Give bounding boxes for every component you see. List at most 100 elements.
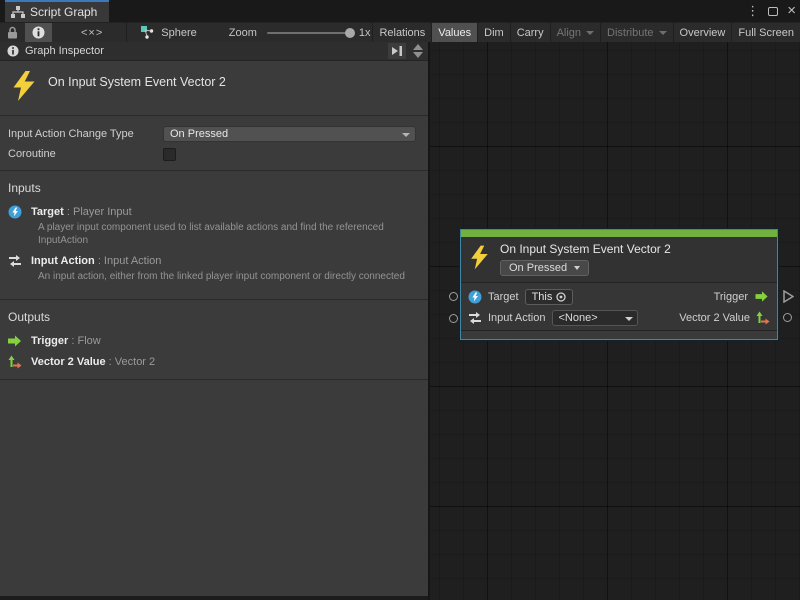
node-footer — [461, 330, 777, 339]
flow-arrow-icon — [754, 290, 770, 303]
target-input-port[interactable] — [449, 292, 458, 301]
toolbar-button-align[interactable]: Align — [550, 23, 600, 43]
event-bolt-icon — [12, 71, 36, 101]
lock-icon — [7, 26, 18, 39]
port-description: A player input component used to list av… — [38, 221, 413, 247]
code-preview-button[interactable]: <×> — [74, 23, 110, 43]
vector2-icon — [756, 311, 770, 325]
node-port-row: Target This Trigger — [461, 286, 777, 307]
node-event-colorbar — [461, 230, 777, 237]
trigger-output-port[interactable] — [783, 290, 794, 306]
port-name: Target — [31, 206, 64, 218]
output-port-row: Vector 2 Value : Vector 2 — [8, 355, 416, 369]
object-picker-icon — [556, 292, 566, 302]
trigger-port-label: Trigger — [714, 291, 748, 303]
zoom-slider[interactable] — [267, 32, 353, 34]
graph-hierarchy-icon — [11, 6, 25, 19]
lock-button[interactable] — [0, 23, 25, 43]
graph-inspector-header: Graph Inspector — [0, 42, 428, 61]
toolbar-button-relations[interactable]: Relations — [372, 23, 431, 43]
event-bolt-icon — [470, 245, 489, 270]
zoom-label: Zoom — [229, 27, 257, 39]
close-icon[interactable]: × — [787, 0, 796, 22]
toolbar-button-values[interactable]: Values — [431, 23, 477, 43]
target-value-chip[interactable]: This — [525, 289, 574, 305]
flow-port-triangle-icon — [783, 290, 794, 303]
vector2-port-label: Vector 2 Value — [679, 312, 750, 324]
port-type: : Flow — [71, 335, 100, 347]
change-type-label: Input Action Change Type — [8, 128, 163, 140]
coroutine-checkbox[interactable] — [163, 148, 176, 161]
zoom-value: 1x — [359, 27, 371, 39]
toolbar-separator — [126, 23, 127, 43]
toolbar-button-carry[interactable]: Carry — [510, 23, 550, 43]
toolbar-button-fullscreen[interactable]: Full Screen — [731, 23, 800, 43]
vector2-output-port[interactable] — [783, 313, 792, 322]
port-name: Vector 2 Value — [31, 356, 106, 368]
input-action-icon — [8, 254, 22, 268]
player-input-icon — [8, 205, 22, 219]
vector2-icon — [8, 355, 22, 369]
graph-asset-icon — [141, 26, 154, 39]
tab-strip: Script Graph ⋮ × — [0, 0, 800, 22]
node-header: On Input System Event Vector 2 On Presse… — [461, 237, 777, 282]
outputs-section: Outputs Trigger : Flow Vector 2 Value : … — [0, 300, 428, 380]
unit-settings-form: Input Action Change Type On Pressed Coro… — [0, 116, 428, 171]
node-port-row: Input Action <None> Vector 2 Value — [461, 307, 777, 328]
chevron-down-icon — [625, 317, 633, 321]
chevron-down-icon — [659, 31, 667, 35]
input-action-input-port[interactable] — [449, 314, 458, 323]
port-name: Trigger — [31, 335, 68, 347]
port-name: Input Action — [31, 255, 95, 267]
graph-toolbar: <×> Sphere Zoom 1x Relations Values — [0, 22, 800, 42]
toolbar-button-overview[interactable]: Overview — [673, 23, 732, 43]
outputs-heading: Outputs — [8, 310, 416, 324]
script-graph-window: Script Graph ⋮ × <×> — [0, 0, 800, 600]
zoom-slider-knob[interactable] — [345, 28, 355, 38]
inputs-heading: Inputs — [8, 181, 416, 195]
inspector-scrollbar — [410, 42, 426, 64]
input-action-dropdown[interactable]: <None> — [552, 310, 638, 326]
input-port-row: Input Action : Input Action — [8, 254, 416, 268]
output-port-row: Trigger : Flow — [8, 334, 416, 348]
tab-script-graph[interactable]: Script Graph — [5, 0, 109, 22]
inspector-header-label: Graph Inspector — [25, 45, 104, 57]
coroutine-label: Coroutine — [8, 148, 163, 160]
graph-target-label: Sphere — [161, 27, 196, 39]
port-type: : Player Input — [67, 206, 132, 218]
code-icon: <×> — [81, 27, 103, 39]
node-title: On Input System Event Vector 2 — [500, 242, 671, 257]
scroll-up-icon[interactable] — [413, 44, 423, 50]
node-event-dropdown[interactable]: On Pressed — [500, 260, 589, 276]
toolbar-right-group: Relations Values Dim Carry Align Distrib… — [372, 23, 800, 43]
window-menu-icon[interactable]: ⋮ — [746, 0, 759, 22]
port-description: An input action, either from the linked … — [38, 270, 413, 283]
chevron-down-icon — [574, 266, 580, 270]
target-port-label: Target — [488, 291, 519, 303]
collapse-inspector-button[interactable] — [388, 43, 406, 59]
change-type-value: On Pressed — [170, 128, 228, 140]
toolbar-button-dim[interactable]: Dim — [477, 23, 510, 43]
scroll-down-icon[interactable] — [413, 52, 423, 58]
node-body: Target This Trigger — [461, 282, 777, 330]
player-input-icon — [468, 290, 482, 304]
graph-target-button[interactable]: Sphere — [135, 23, 202, 43]
chevron-down-icon — [586, 31, 594, 35]
input-action-icon — [468, 311, 482, 325]
dock-right-icon — [392, 46, 403, 56]
maximize-icon[interactable] — [768, 7, 778, 16]
inputs-section: Inputs Target : Player Input A player in… — [0, 171, 428, 300]
inspector-toggle-button[interactable] — [25, 23, 52, 43]
flow-arrow-icon — [8, 334, 22, 348]
unit-title-block: On Input System Event Vector 2 — [0, 61, 428, 116]
input-action-port-label: Input Action — [488, 312, 546, 324]
graph-inspector-panel: Graph Inspector On Input System Event Ve… — [0, 42, 428, 600]
tab-label: Script Graph — [30, 5, 97, 19]
info-icon — [7, 45, 19, 57]
event-node[interactable]: On Input System Event Vector 2 On Presse… — [460, 229, 778, 340]
change-type-dropdown[interactable]: On Pressed — [163, 126, 416, 142]
port-type: : Input Action — [98, 255, 162, 267]
unit-title: On Input System Event Vector 2 — [48, 71, 226, 89]
toolbar-button-distribute[interactable]: Distribute — [600, 23, 672, 43]
port-type: : Vector 2 — [109, 356, 155, 368]
